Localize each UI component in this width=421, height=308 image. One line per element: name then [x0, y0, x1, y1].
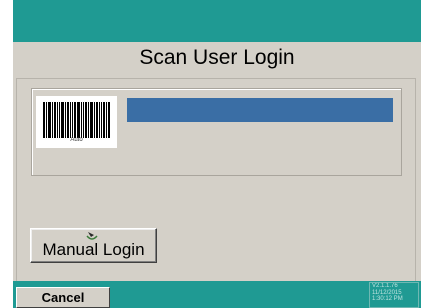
version-time: 1:30:12 PM [372, 296, 403, 302]
barcode-card: Auto [36, 96, 117, 148]
barcode-caption: Auto [70, 137, 83, 143]
barcode-icon [43, 102, 110, 138]
version-info: V2.1.1.76 11/12/2015 1:30:12 PM [369, 282, 419, 308]
page-title: Scan User Login [139, 46, 295, 69]
cancel-button[interactable]: Cancel [16, 287, 110, 308]
top-bar [13, 0, 421, 42]
scan-input[interactable] [127, 98, 393, 122]
screen: Scan User Login Auto Manual Login Cancel… [13, 0, 421, 308]
manual-login-button[interactable]: Manual Login [30, 228, 157, 263]
manual-login-label: Manual Login [42, 240, 145, 259]
